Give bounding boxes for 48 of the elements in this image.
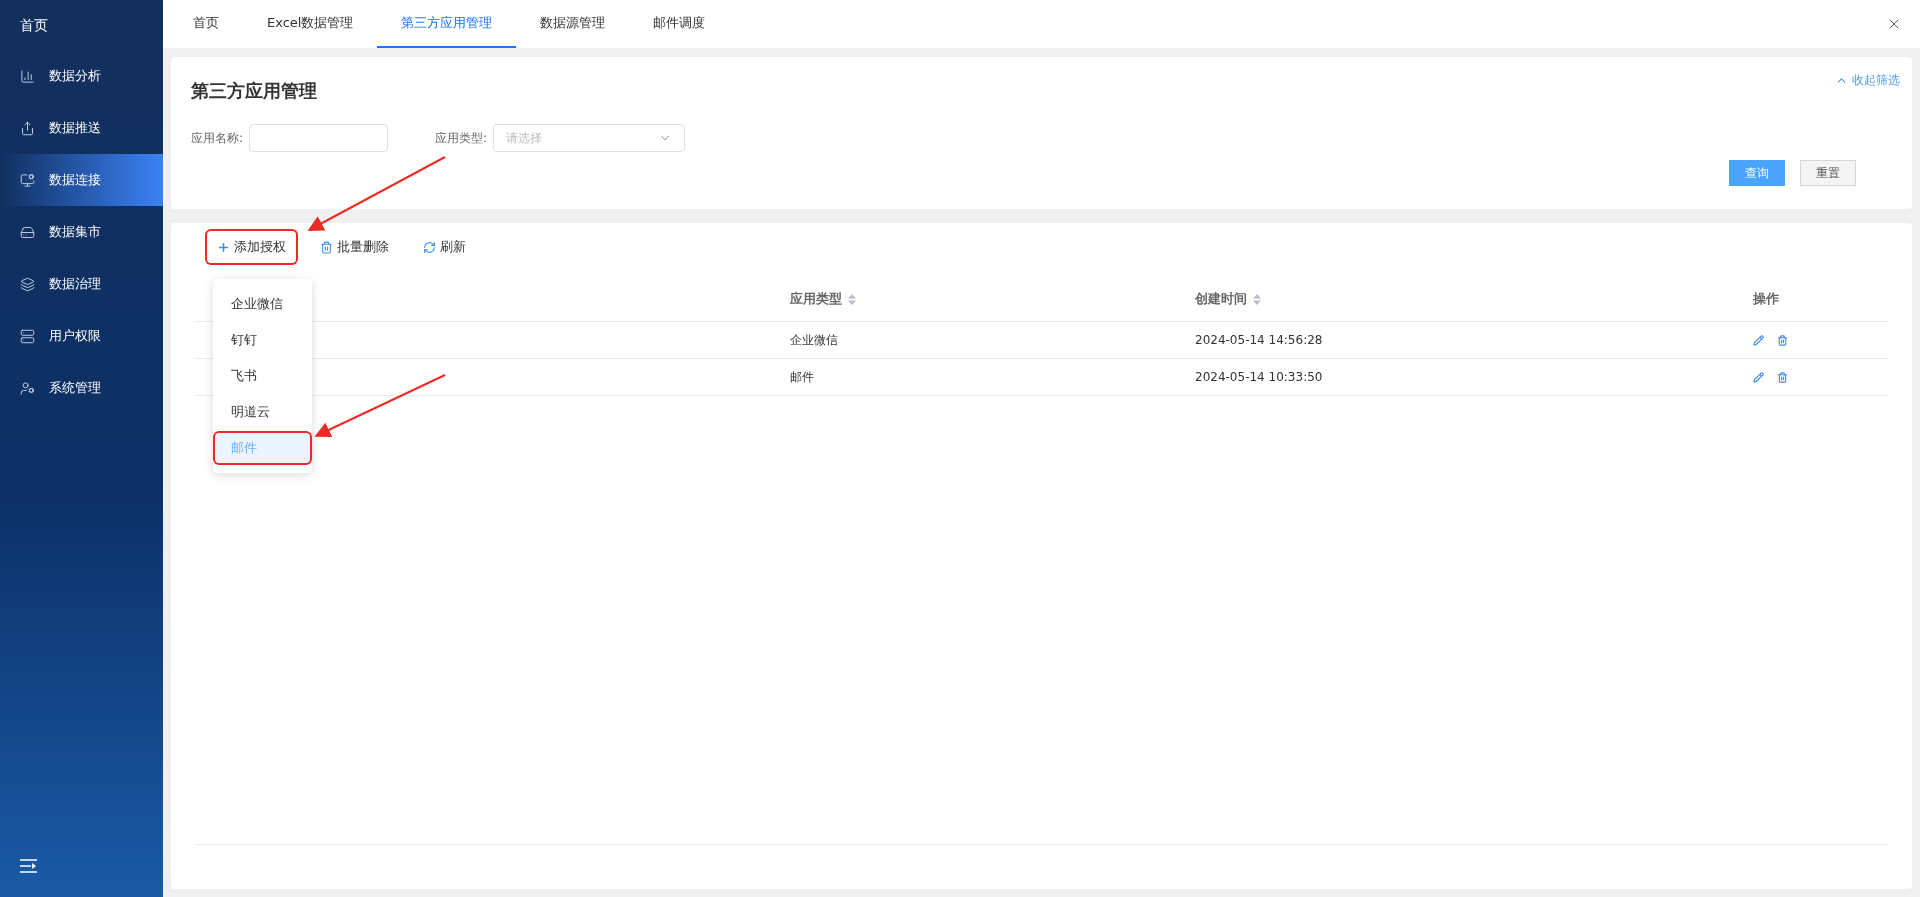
tab[interactable]: 数据源管理	[516, 0, 630, 48]
reset-button[interactable]: 重置	[1800, 160, 1856, 186]
table-cell: 企业微信	[790, 333, 838, 347]
table-cell: 2024-05-14 14:56:28	[1195, 333, 1323, 347]
sidebar-item[interactable]: 数据推送	[0, 102, 163, 154]
field-label: 应用名称:	[191, 130, 244, 147]
sidebar-item[interactable]: 数据治理	[0, 258, 163, 310]
field-label: 应用类型:	[435, 130, 488, 147]
sidebar-item-icon	[20, 68, 35, 84]
column-header: 操作	[1753, 290, 1779, 309]
sidebar-item[interactable]: 数据分析	[0, 50, 163, 102]
menu-item[interactable]: 飞书	[215, 361, 310, 391]
sidebar-home[interactable]: 首页	[0, 0, 163, 50]
column-header[interactable]: 应用类型	[790, 289, 856, 309]
trash-icon[interactable]	[1777, 334, 1788, 346]
tab[interactable]: 第三方应用管理	[377, 0, 517, 48]
plus-icon	[217, 240, 230, 254]
tab[interactable]: Excel数据管理	[243, 0, 378, 48]
sidebar-item[interactable]: 系统管理	[0, 362, 163, 414]
edit-icon[interactable]	[1753, 371, 1764, 383]
menu-item[interactable]: 明道云	[215, 397, 310, 427]
sidebar-item-icon	[20, 120, 35, 136]
sort-icon	[1253, 293, 1261, 305]
sidebar-item-icon	[20, 380, 35, 396]
sidebar-item-icon	[20, 172, 35, 188]
table-cell: 2024-05-14 10:33:50	[1195, 370, 1323, 384]
menu-item[interactable]: 钉钉	[215, 325, 310, 355]
toolbar-button[interactable]: 刷新	[413, 231, 476, 263]
page-title: 第三方应用管理	[191, 79, 317, 103]
sort-icon	[848, 293, 856, 305]
sidebar-item-icon	[20, 328, 35, 344]
trash-icon	[320, 240, 333, 254]
sidebar-item[interactable]: 用户权限	[0, 310, 163, 362]
menu-collapse-icon[interactable]	[20, 859, 37, 873]
sidebar-item[interactable]: 数据集市	[0, 206, 163, 258]
sidebar-item-icon	[20, 224, 35, 240]
app-name-input[interactable]	[249, 124, 389, 152]
tab[interactable]: 首页	[169, 0, 243, 48]
refresh-icon	[423, 240, 436, 254]
menu-item[interactable]: 企业微信	[215, 289, 310, 319]
toolbar-button[interactable]: 批量删除	[310, 231, 399, 263]
table-cell: 邮件	[790, 370, 814, 384]
tab[interactable]: 邮件调度	[629, 0, 730, 48]
trash-icon[interactable]	[1777, 371, 1788, 383]
toolbar-button[interactable]: 添加授权	[207, 231, 296, 263]
edit-icon[interactable]	[1753, 334, 1764, 346]
column-header[interactable]: 创建时间	[1195, 289, 1261, 309]
sidebar-item-icon	[20, 276, 35, 292]
